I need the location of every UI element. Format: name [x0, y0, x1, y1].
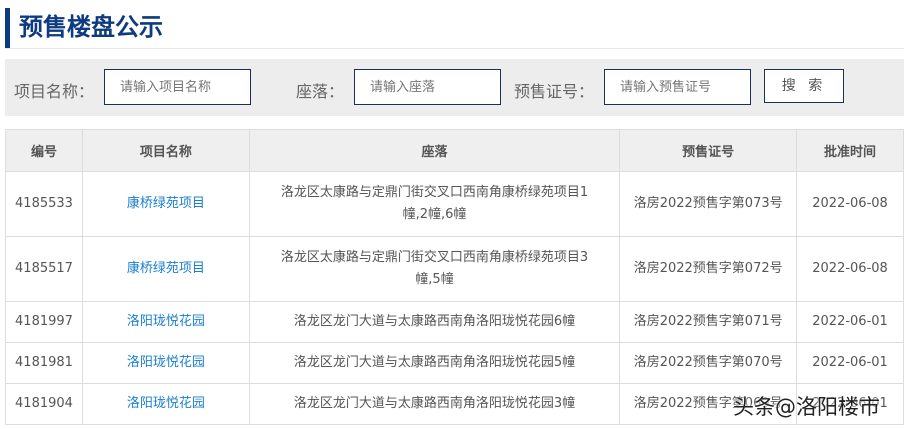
table-row: 4185533 康桥绿苑项目 洛龙区太康路与定鼎门街交叉口西南角康桥绿苑项目1幢,2… — [5, 171, 904, 237]
location-input[interactable] — [354, 69, 501, 105]
header-id: 编号 — [5, 129, 83, 172]
row-project-link[interactable]: 康桥绿苑项目 — [81, 236, 250, 302]
project-name-input[interactable] — [104, 69, 251, 105]
table-row: 4181997 洛阳珑悦花园 洛龙区龙门大道与太康路西南角洛阳珑悦花园6幢 洛房202… — [5, 301, 904, 343]
header-location: 座落 — [248, 129, 621, 172]
row-project-link[interactable]: 洛阳珑悦花园 — [81, 301, 250, 343]
header-cert: 预售证号 — [619, 129, 798, 172]
search-panel: 项目名称： 座落： 预售证号： 搜 索 — [5, 59, 904, 116]
row-location: 洛龙区龙门大道与太康路西南角洛阳珑悦花园3幢 — [248, 383, 621, 425]
cert-label: 预售证号： — [514, 82, 595, 101]
project-name-label: 项目名称： — [14, 82, 95, 101]
row-cert: 洛房2022预售字第072号 — [619, 236, 798, 302]
divider — [5, 48, 904, 49]
row-cert: 洛房2022预售字第073号 — [619, 171, 798, 237]
watermark: 头条@洛阳楼市 — [733, 395, 880, 419]
page-title: 预售楼盘公示 — [5, 8, 163, 48]
table-header: 编号 项目名称 座落 预售证号 批准时间 — [5, 129, 904, 172]
cert-input[interactable] — [604, 69, 751, 105]
row-location: 洛龙区太康路与定鼎门街交叉口西南角康桥绿苑项目3幢,5幢 — [248, 236, 621, 302]
search-button[interactable]: 搜 索 — [764, 69, 844, 103]
row-date: 2022-06-01 — [796, 301, 904, 343]
row-date: 2022-06-08 — [796, 171, 904, 237]
row-id: 4185533 — [5, 171, 83, 237]
row-date: 2022-06-08 — [796, 236, 904, 302]
row-id: 4181997 — [5, 301, 83, 343]
location-label: 座落： — [296, 82, 345, 101]
row-cert: 洛房2022预售字第070号 — [619, 342, 798, 384]
row-location: 洛龙区太康路与定鼎门街交叉口西南角康桥绿苑项目1幢,2幢,6幢 — [248, 171, 621, 237]
header-date: 批准时间 — [796, 129, 904, 172]
row-id: 4181904 — [5, 383, 83, 425]
row-project-link[interactable]: 康桥绿苑项目 — [81, 171, 250, 237]
row-cert: 洛房2022预售字第071号 — [619, 301, 798, 343]
row-date: 2022-06-01 — [796, 342, 904, 384]
row-id: 4181981 — [5, 342, 83, 384]
row-project-link[interactable]: 洛阳珑悦花园 — [81, 342, 250, 384]
table-row: 4185517 康桥绿苑项目 洛龙区太康路与定鼎门街交叉口西南角康桥绿苑项目3幢,5… — [5, 236, 904, 302]
row-location: 洛龙区龙门大道与太康路西南角洛阳珑悦花园6幢 — [248, 301, 621, 343]
table-row: 4181981 洛阳珑悦花园 洛龙区龙门大道与太康路西南角洛阳珑悦花园5幢 洛房202… — [5, 342, 904, 384]
header-name: 项目名称 — [81, 129, 250, 172]
row-project-link[interactable]: 洛阳珑悦花园 — [81, 383, 250, 425]
row-location: 洛龙区龙门大道与太康路西南角洛阳珑悦花园5幢 — [248, 342, 621, 384]
row-id: 4185517 — [5, 236, 83, 302]
presale-table: 编号 项目名称 座落 预售证号 批准时间 4185533 康桥绿苑项目 洛龙区太康路… — [5, 129, 904, 425]
